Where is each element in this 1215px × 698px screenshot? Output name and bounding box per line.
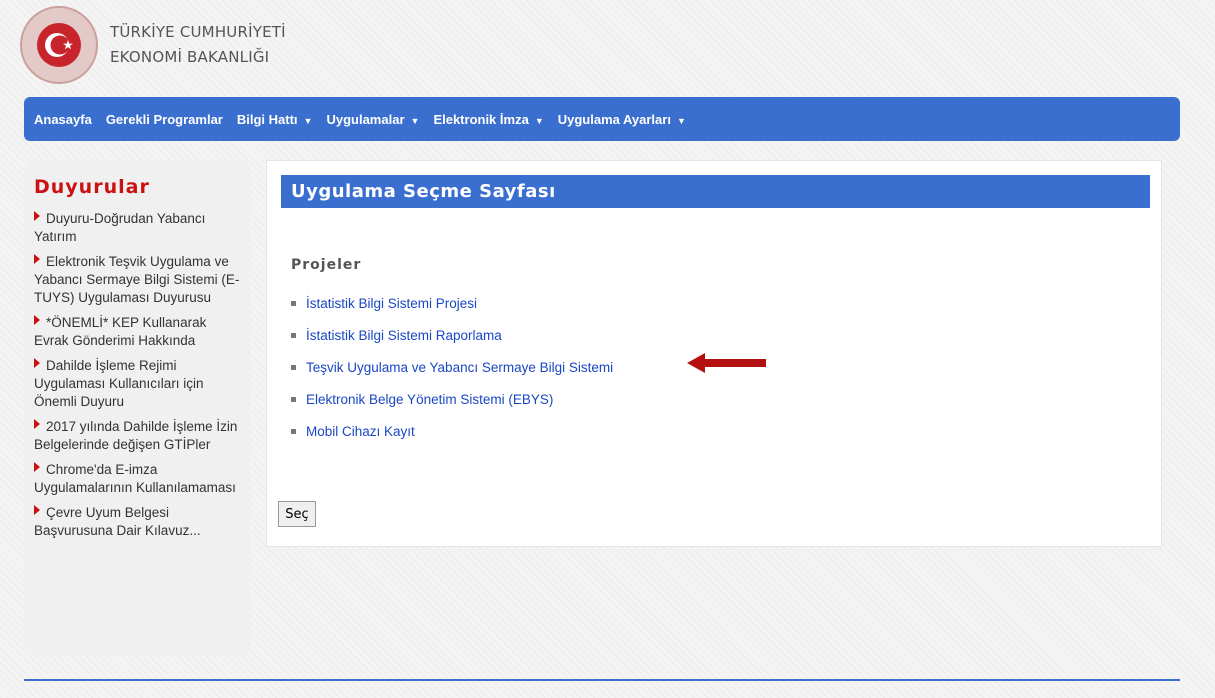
project-link-e-tuys[interactable]: Teşvik Uygulama ve Yabancı Sermaye Bilgi… xyxy=(306,360,613,375)
project-link-statistics[interactable]: İstatistik Bilgi Sistemi Projesi xyxy=(306,296,477,311)
page-title: Uygulama Seçme Sayfası xyxy=(281,175,1150,208)
square-bullet-icon xyxy=(291,364,296,370)
announcement-item[interactable]: Elektronik Teşvik Uygulama ve Yabancı Se… xyxy=(34,253,240,307)
announcement-item[interactable]: Chrome'da E-imza Uygulamalarının Kullanı… xyxy=(34,461,240,497)
left-arrow-icon xyxy=(687,353,766,373)
chevron-down-icon: ▼ xyxy=(303,115,313,126)
footer-divider xyxy=(24,679,1180,681)
square-bullet-icon xyxy=(291,332,296,338)
project-item: Teşvik Uygulama ve Yabancı Sermaye Bilgi… xyxy=(291,351,613,383)
projects-list: İstatistik Bilgi Sistemi Projesi İstatis… xyxy=(291,287,613,447)
triangle-bullet-icon xyxy=(34,358,40,368)
announcements-panel: Duyurular Duyuru-Doğrudan Yabancı Yatırı… xyxy=(24,160,250,655)
announcement-item[interactable]: Duyuru-Doğrudan Yabancı Yatırım xyxy=(34,210,240,246)
chevron-down-icon: ▼ xyxy=(410,115,420,126)
org-line-1: TÜRKİYE CUMHURİYETİ xyxy=(110,23,286,41)
announcement-item[interactable]: Çevre Uyum Belgesi Başvurusuna Dair Kıla… xyxy=(34,504,240,540)
project-link-statistics-reporting[interactable]: İstatistik Bilgi Sistemi Raporlama xyxy=(306,328,502,343)
chevron-down-icon: ▼ xyxy=(676,115,686,126)
project-item: İstatistik Bilgi Sistemi Projesi xyxy=(291,287,613,319)
square-bullet-icon xyxy=(291,300,296,306)
app-selection-panel: Uygulama Seçme Sayfası Projeler İstatist… xyxy=(266,160,1162,547)
announcement-item[interactable]: *ÖNEMLİ* KEP Kullanarak Evrak Gönderimi … xyxy=(34,314,240,350)
main-nav: Anasayfa Gerekli Programlar Bilgi Hattı ▼… xyxy=(24,97,1180,141)
site-header: TÜRKİYE CUMHURİYETİ EKONOMİ BAKANLIĞI xyxy=(20,6,286,84)
projects-label: Projeler xyxy=(291,257,362,273)
triangle-bullet-icon xyxy=(34,254,40,264)
select-button[interactable]: Seç xyxy=(278,501,316,527)
project-link-mobile-device[interactable]: Mobil Cihazı Kayıt xyxy=(306,424,415,439)
project-item: Elektronik Belge Yönetim Sistemi (EBYS) xyxy=(291,383,613,415)
chevron-down-icon: ▼ xyxy=(534,115,544,126)
nav-home[interactable]: Anasayfa xyxy=(34,112,92,127)
crescent-star-seal-icon xyxy=(20,6,98,84)
nav-e-signature[interactable]: Elektronik İmza ▼ xyxy=(433,112,543,127)
nav-info-line[interactable]: Bilgi Hattı ▼ xyxy=(237,112,313,127)
project-link-ebys[interactable]: Elektronik Belge Yönetim Sistemi (EBYS) xyxy=(306,392,553,407)
triangle-bullet-icon xyxy=(34,505,40,515)
nav-required-programs[interactable]: Gerekli Programlar xyxy=(106,112,223,127)
announcements-title: Duyurular xyxy=(34,176,150,198)
triangle-bullet-icon xyxy=(34,315,40,325)
triangle-bullet-icon xyxy=(34,462,40,472)
nav-applications[interactable]: Uygulamalar ▼ xyxy=(326,112,419,127)
organization-name: TÜRKİYE CUMHURİYETİ EKONOMİ BAKANLIĞI xyxy=(110,20,286,70)
org-line-2: EKONOMİ BAKANLIĞI xyxy=(110,48,270,66)
triangle-bullet-icon xyxy=(34,211,40,221)
square-bullet-icon xyxy=(291,428,296,434)
announcement-item[interactable]: 2017 yılında Dahilde İşleme İzin Belgele… xyxy=(34,418,240,454)
project-item: Mobil Cihazı Kayıt xyxy=(291,415,613,447)
project-item: İstatistik Bilgi Sistemi Raporlama xyxy=(291,319,613,351)
triangle-bullet-icon xyxy=(34,419,40,429)
square-bullet-icon xyxy=(291,396,296,402)
nav-app-settings[interactable]: Uygulama Ayarları ▼ xyxy=(558,112,686,127)
announcement-item[interactable]: Dahilde İşleme Rejimi Uygulaması Kullanı… xyxy=(34,357,240,411)
